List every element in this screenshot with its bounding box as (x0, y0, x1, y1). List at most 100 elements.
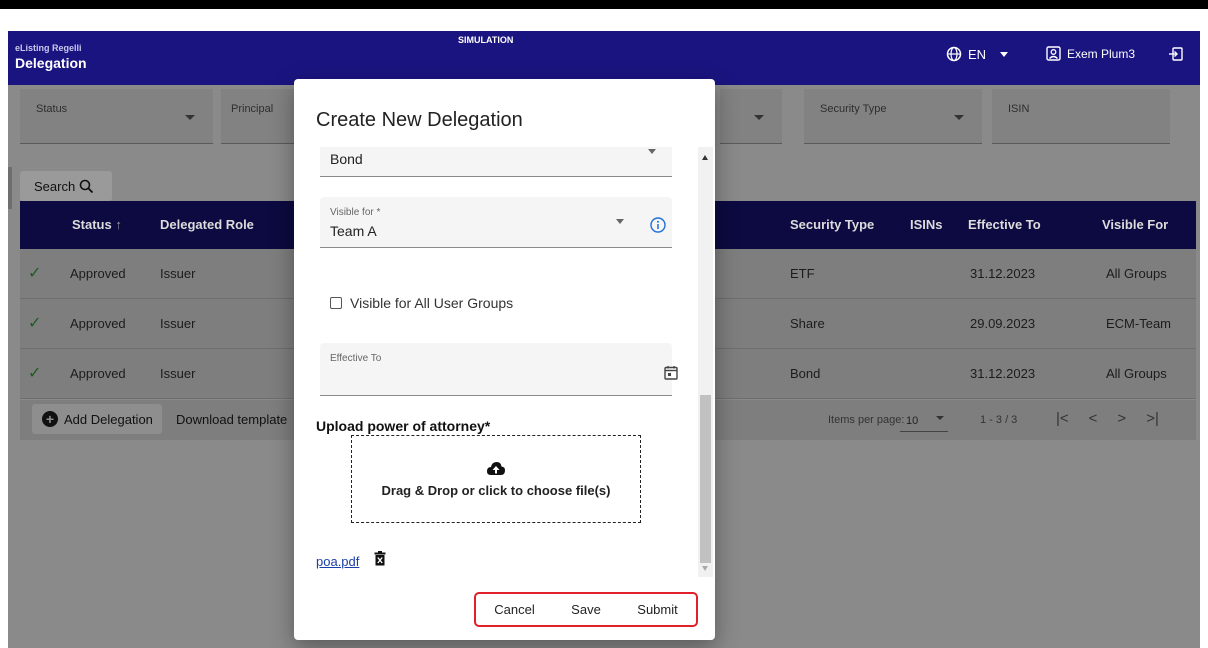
effective-to-field[interactable]: Effective To (320, 343, 678, 396)
user-name: Exem Plum3 (1067, 46, 1136, 61)
status-filter-label: Status (36, 103, 68, 115)
row-security-type: ETF (790, 266, 815, 281)
column-header-status[interactable]: Status ↑ (72, 217, 122, 232)
row-status: Approved (70, 366, 126, 381)
column-header-delegated-role[interactable]: Delegated Role (160, 217, 254, 232)
row-role: Issuer (160, 316, 196, 331)
checkbox-icon (330, 297, 342, 309)
file-dropzone[interactable]: Drag & Drop or click to choose file(s) (351, 435, 641, 523)
pagination-controls: |< < > >| (1056, 410, 1159, 427)
principal-filter[interactable]: Principal (221, 89, 301, 144)
search-icon (79, 179, 94, 193)
security-type-value: Bond (330, 151, 363, 167)
row-status: Approved (70, 266, 126, 281)
page-scrollbar[interactable] (8, 167, 12, 209)
visible-all-groups-checkbox[interactable]: Visible for All User Groups (330, 295, 513, 311)
search-button-label: Search (34, 178, 76, 194)
row-security-type: Bond (790, 366, 821, 381)
row-effective-to: 31.12.2023 (970, 366, 1036, 381)
row-role: Issuer (160, 266, 196, 281)
add-circle-icon: + (42, 411, 58, 427)
visible-for-label: Visible for * (330, 207, 381, 218)
uploaded-file-link[interactable]: poa.pdf (316, 554, 359, 569)
chevron-down-icon (754, 115, 764, 120)
dialog-actions: Cancel Save Submit (474, 592, 698, 627)
column-header-effective-to[interactable]: Effective To (968, 217, 1041, 232)
checkmark-icon: ✓ (28, 265, 42, 282)
prev-page-icon[interactable]: < (1089, 410, 1098, 427)
info-icon[interactable] (650, 217, 666, 233)
chevron-down-icon (616, 219, 624, 224)
items-per-page-label: Items per page: (828, 414, 905, 426)
next-page-icon[interactable]: > (1117, 410, 1126, 427)
delete-file-icon[interactable] (374, 551, 386, 566)
security-type-filter[interactable]: Security Type (804, 89, 982, 144)
checkmark-icon: ✓ (28, 315, 42, 332)
page-title: Delegation (15, 55, 87, 71)
upload-title: Upload power of attorney* (316, 418, 491, 434)
scroll-down-icon[interactable] (702, 566, 708, 571)
dialog-title: Create New Delegation (316, 109, 523, 131)
add-delegation-label: Add Delegation (64, 411, 153, 427)
row-status: Approved (70, 316, 126, 331)
security-type-select[interactable]: Bond (320, 147, 672, 177)
environment-badge: SIMULATION (458, 35, 514, 45)
isin-filter-label: ISIN (1008, 103, 1030, 115)
items-per-page-select[interactable]: 10 (900, 406, 948, 432)
calendar-icon[interactable] (664, 365, 678, 380)
user-badge-icon (1046, 46, 1061, 61)
top-black-bar (0, 0, 1208, 9)
row-effective-to: 31.12.2023 (970, 266, 1036, 281)
row-security-type: Share (790, 316, 825, 331)
visible-for-value: Team A (330, 223, 377, 239)
security-type-filter-label: Security Type (820, 103, 887, 115)
pagination-range: 1 - 3 / 3 (980, 414, 1018, 426)
logout-button[interactable] (1168, 46, 1184, 62)
add-delegation-button[interactable]: + Add Delegation (32, 404, 162, 434)
search-button[interactable]: Search (20, 171, 112, 201)
scrollbar-thumb[interactable] (700, 395, 711, 563)
row-visible-for: All Groups (1106, 266, 1167, 281)
language-label: EN (968, 46, 987, 62)
submit-button[interactable]: Submit (631, 598, 683, 621)
brand-subtitle: eListing Regelli (15, 43, 82, 53)
row-role: Issuer (160, 366, 196, 381)
row-visible-for: All Groups (1106, 366, 1167, 381)
globe-icon (946, 46, 962, 62)
user-menu[interactable]: Exem Plum3 (1046, 46, 1135, 61)
isin-filter[interactable]: ISIN (992, 89, 1170, 144)
hidden-filter[interactable] (720, 89, 782, 144)
first-page-icon[interactable]: |< (1056, 410, 1069, 427)
scroll-up-icon[interactable] (702, 155, 708, 160)
cancel-button[interactable]: Cancel (488, 598, 540, 621)
chevron-down-icon (954, 115, 964, 120)
app-header: eListing Regelli Delegation SIMULATION E… (8, 31, 1200, 85)
effective-to-label: Effective To (330, 353, 382, 364)
column-header-isins[interactable]: ISINs (910, 217, 943, 232)
dialog-content: Bond Visible for * Team A Visible for Al… (294, 147, 698, 577)
visible-for-select[interactable]: Visible for * Team A (320, 197, 672, 248)
last-page-icon[interactable]: >| (1146, 410, 1159, 427)
logout-icon (1169, 47, 1183, 61)
column-header-visible-for[interactable]: Visible For (1102, 217, 1168, 232)
principal-filter-label: Principal (231, 103, 274, 115)
status-filter[interactable]: Status (20, 89, 213, 144)
arrow-up-icon: ↑ (115, 217, 122, 232)
chevron-down-icon (1000, 51, 1009, 57)
row-effective-to: 29.09.2023 (970, 316, 1036, 331)
create-delegation-dialog: Create New Delegation Bond Visible for *… (294, 79, 715, 640)
visible-all-groups-label: Visible for All User Groups (350, 295, 514, 311)
chevron-down-icon (648, 149, 656, 154)
dropzone-text: Drag & Drop or click to choose file(s) (381, 482, 611, 498)
chevron-down-icon (936, 416, 944, 420)
download-template-link[interactable]: Download template (176, 412, 287, 427)
dialog-scrollbar[interactable] (698, 147, 713, 577)
column-header-security-type[interactable]: Security Type (790, 217, 874, 232)
items-per-page-value: 10 (906, 415, 919, 427)
cloud-upload-icon (486, 461, 506, 475)
chevron-down-icon (185, 115, 195, 120)
row-visible-for: ECM-Team (1106, 316, 1172, 331)
language-selector[interactable]: EN (946, 46, 1009, 62)
save-button[interactable]: Save (565, 598, 607, 621)
checkmark-icon: ✓ (28, 365, 42, 382)
